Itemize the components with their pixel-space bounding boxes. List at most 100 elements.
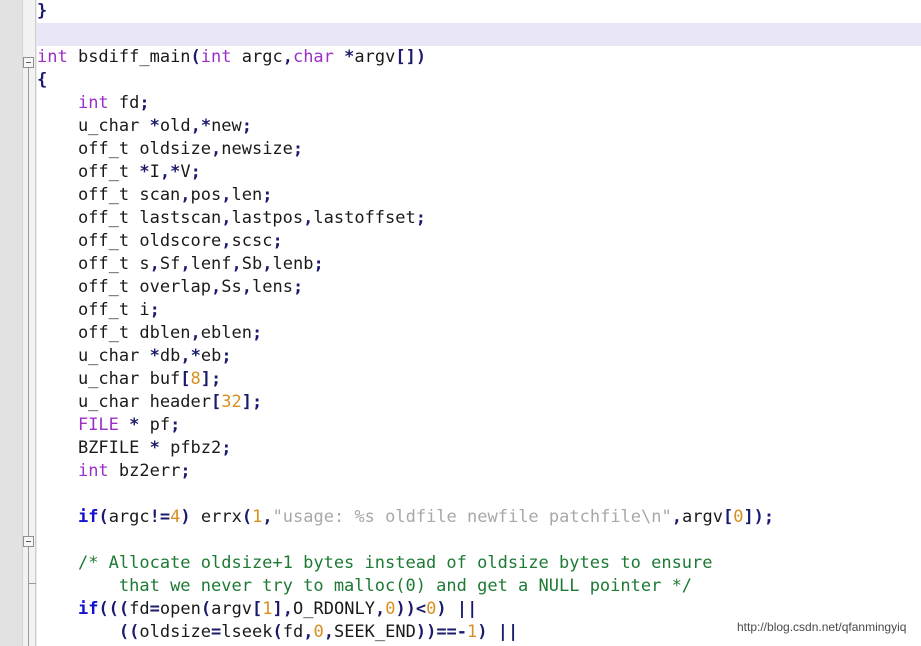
code-token-id: fd xyxy=(108,93,140,113)
code-token-id xyxy=(37,507,78,527)
code-token-punc: * xyxy=(149,346,160,366)
code-token-id: off_t lastscan xyxy=(37,208,222,228)
code-token-punc: ; xyxy=(251,392,263,412)
code-token-punc: ; xyxy=(221,438,232,458)
code-line[interactable]: off_t s,Sf,lenf,Sb,lenb; xyxy=(37,253,921,276)
code-token-punc: , xyxy=(211,139,222,159)
code-text-area[interactable]: } int bsdiff_main(int argc,char *argv[])… xyxy=(37,0,921,646)
code-token-id xyxy=(37,622,119,642)
fold-toggle-minus-icon[interactable] xyxy=(23,57,34,68)
code-token-punc: ( xyxy=(98,507,109,527)
code-editor-window[interactable]: } int bsdiff_main(int argc,char *argv[])… xyxy=(0,0,921,646)
code-token-id xyxy=(37,599,78,619)
code-token-id: lastoffset xyxy=(313,208,416,228)
code-token-punc: , xyxy=(241,277,252,297)
code-token-num: 8 xyxy=(190,369,201,389)
code-token-id: u_char header xyxy=(37,392,211,412)
code-token-id: lenf xyxy=(190,254,232,274)
code-token-punc: , xyxy=(303,622,314,642)
code-line[interactable]: off_t lastscan,lastpos,lastoffset; xyxy=(37,207,921,230)
code-token-punc: (( xyxy=(118,622,140,642)
code-token-punc: , xyxy=(282,47,293,67)
code-token-id: lastpos xyxy=(231,208,304,228)
code-token-kw: int xyxy=(200,47,232,67)
code-token-id: bz2err xyxy=(108,461,181,481)
code-token-id xyxy=(37,415,78,435)
code-line[interactable]: } xyxy=(37,0,921,23)
code-token-id: off_t overlap xyxy=(37,277,211,297)
code-line[interactable]: off_t i; xyxy=(37,299,921,322)
code-token-punc: , xyxy=(221,208,232,228)
code-token-punc: * xyxy=(344,47,355,67)
code-token-punc: , xyxy=(190,323,201,343)
code-line[interactable]: int fd; xyxy=(37,92,921,115)
code-token-id: off_t scan xyxy=(37,185,181,205)
code-line[interactable]: off_t oldscore,scsc; xyxy=(37,230,921,253)
code-line[interactable]: { xyxy=(37,69,921,92)
code-token-punc: } xyxy=(37,1,48,21)
code-token-punc: || xyxy=(456,599,478,619)
code-token-id: old xyxy=(159,116,191,136)
code-line[interactable]: BZFILE * pfbz2; xyxy=(37,437,921,460)
code-folding-gutter[interactable] xyxy=(23,0,35,646)
code-token-punc: || xyxy=(497,622,519,642)
code-token-punc: ; xyxy=(272,231,283,251)
code-token-punc: ; xyxy=(292,139,304,159)
code-line[interactable]: off_t oldsize,newsize; xyxy=(37,138,921,161)
fold-branch-tick xyxy=(28,583,36,584)
code-line[interactable]: int bsdiff_main(int argc,char *argv[]) xyxy=(37,46,921,69)
code-line[interactable]: off_t *I,*V; xyxy=(37,161,921,184)
code-token-punc: ) xyxy=(477,622,488,642)
code-line[interactable] xyxy=(37,529,921,552)
code-token-punc: * xyxy=(129,415,140,435)
code-token-punc: ]); xyxy=(743,507,775,527)
code-token-num: 1 xyxy=(262,599,273,619)
code-token-punc: = xyxy=(211,622,222,642)
code-line[interactable]: FILE * pf; xyxy=(37,414,921,437)
code-token-id xyxy=(37,93,78,113)
code-token-punc: , xyxy=(282,599,294,619)
code-token-punc: < xyxy=(415,599,427,619)
code-token-punc: ] xyxy=(241,392,252,412)
code-token-id: open xyxy=(159,599,201,619)
code-line[interactable]: that we never try to malloc(0) and get a… xyxy=(37,575,921,598)
code-token-punc: , xyxy=(671,507,682,527)
code-token-id: u_char xyxy=(37,116,150,136)
code-line[interactable] xyxy=(37,483,921,506)
code-token-id: V xyxy=(180,162,191,182)
code-token-punc: , xyxy=(190,116,201,136)
code-line[interactable]: u_char *old,*new; xyxy=(37,115,921,138)
code-token-id: u_char buf xyxy=(37,369,181,389)
code-token-punc: != xyxy=(149,507,171,527)
code-line[interactable]: off_t dblen,eblen; xyxy=(37,322,921,345)
code-token-com: that we never try to malloc(0) and get a… xyxy=(118,576,693,596)
code-token-punc: ; xyxy=(211,369,222,389)
code-token-id: oldsize xyxy=(139,622,212,642)
code-line[interactable]: u_char header[32]; xyxy=(37,391,921,414)
code-line[interactable]: if(argc!=4) errx(1,"usage: %s oldfile ne… xyxy=(37,506,921,529)
code-token-id: db xyxy=(159,346,181,366)
code-token-id: fd xyxy=(282,622,304,642)
code-token-kw: char xyxy=(292,47,334,67)
code-token-id: lens xyxy=(251,277,293,297)
code-line[interactable]: off_t scan,pos,len; xyxy=(37,184,921,207)
code-line[interactable]: u_char buf[8]; xyxy=(37,368,921,391)
code-token-punc: ; xyxy=(241,116,253,136)
code-line[interactable]: int bz2err; xyxy=(37,460,921,483)
code-line[interactable]: if(((fd=open(argv[1],O_RDONLY,0))<0) || xyxy=(37,598,921,621)
code-token-id: off_t xyxy=(37,162,140,182)
code-token-id: new xyxy=(211,116,242,136)
code-line[interactable] xyxy=(37,23,921,46)
code-token-punc: [ xyxy=(252,599,263,619)
code-token-punc: [ xyxy=(722,507,734,527)
code-token-punc: ((( xyxy=(98,599,130,619)
code-token-id: Ss xyxy=(221,277,242,297)
code-token-id: off_t s xyxy=(37,254,150,274)
code-line[interactable]: /* Allocate oldsize+1 bytes instead of o… xyxy=(37,552,921,575)
code-line[interactable]: off_t overlap,Ss,lens; xyxy=(37,276,921,299)
code-token-id: BZFILE xyxy=(37,438,150,458)
code-token-kw: int xyxy=(77,461,109,481)
fold-toggle-minus-icon[interactable] xyxy=(23,536,34,547)
code-line[interactable]: u_char *db,*eb; xyxy=(37,345,921,368)
code-token-num: 0 xyxy=(313,622,324,642)
